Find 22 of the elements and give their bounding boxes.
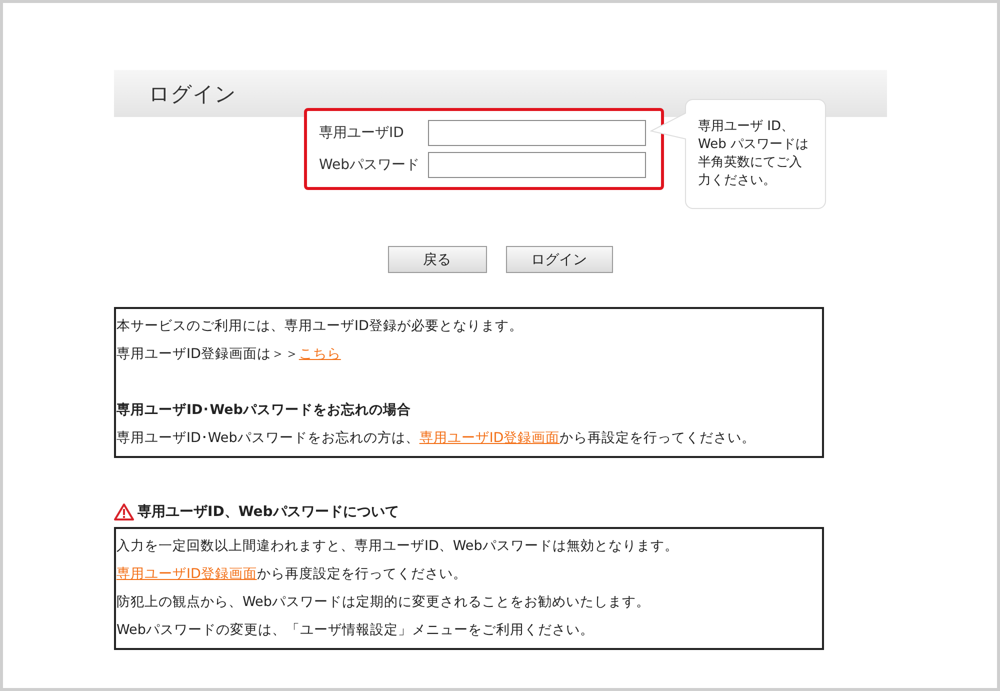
info-text: 本サービスのご利用には、専用ユーザID登録が必要となります。: [116, 318, 523, 334]
warning-icon: [114, 503, 134, 521]
info-text: 入力を一定回数以上間違われますと、専用ユーザID、Webパスワードは無効となります。: [116, 538, 678, 554]
info-text: 専用ユーザID･Webパスワードをお忘れの方は、: [116, 430, 420, 446]
section-heading: 専用ユーザID･Webパスワードをお忘れの場合: [116, 401, 412, 420]
section-heading: 専用ユーザID、Webパスワードについて: [138, 503, 399, 521]
tooltip-text: 専用ユーザ ID、Web パスワードは半角英数にてご入力ください。: [698, 119, 808, 188]
login-button[interactable]: ログイン: [506, 246, 612, 273]
info-text: から再度設定を行ってください。: [256, 566, 467, 582]
link[interactable]: 専用ユーザID登録画面: [116, 566, 257, 582]
back-button[interactable]: 戻る: [388, 246, 486, 273]
field-label: 専用ユーザID: [319, 124, 405, 142]
link[interactable]: 専用ユーザID登録画面: [419, 430, 560, 446]
info-text: Webパスワードの変更は、「ユーザ情報設定」メニューをご利用ください。: [116, 622, 594, 638]
link[interactable]: こちら: [298, 346, 341, 362]
input-field[interactable]: [428, 120, 646, 146]
info-text: 専用ユーザID登録画面は＞＞: [116, 346, 299, 362]
info-text: から再設定を行ってください。: [560, 430, 756, 446]
field-label: Webパスワード: [319, 156, 421, 174]
page-title: ログイン: [148, 80, 236, 108]
info-text: 防犯上の観点から、Webパスワードは定期的に変更されることをお勧めいたします。: [116, 594, 650, 610]
input-field[interactable]: [428, 152, 646, 178]
